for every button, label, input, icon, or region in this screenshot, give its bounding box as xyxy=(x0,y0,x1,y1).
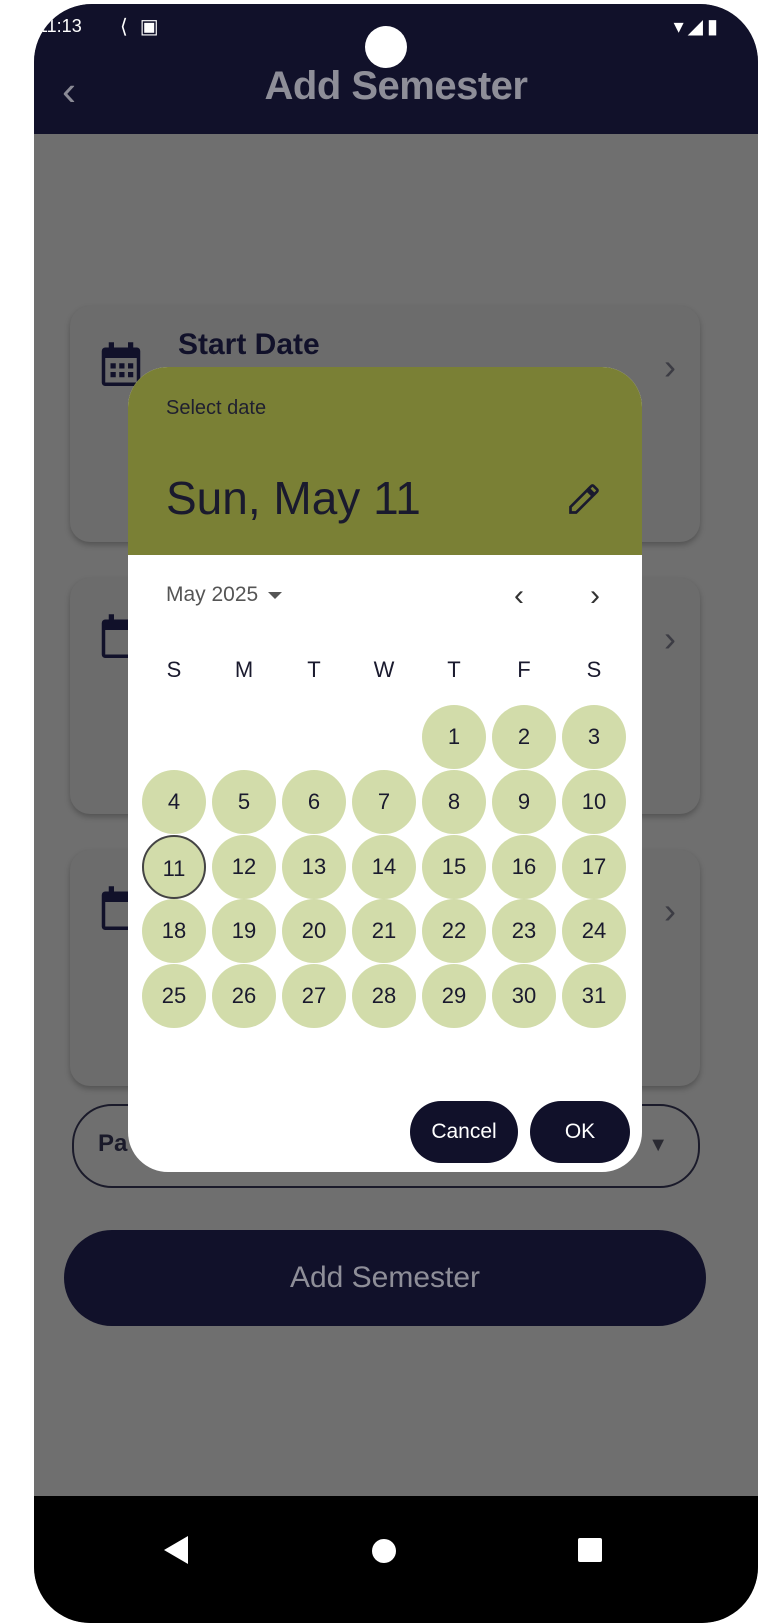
calendar-day[interactable]: 7 xyxy=(352,770,416,834)
chevron-right-icon[interactable]: › xyxy=(590,581,600,611)
date-picker-dialog: Select date Sun, May 11 May 2025 ‹ › S M T… xyxy=(128,367,642,1172)
weekday-label: M xyxy=(234,657,254,682)
calendar-day[interactable]: 3 xyxy=(562,705,626,769)
calendar-day-selected[interactable]: 11 xyxy=(142,835,206,899)
payment-label: Pa xyxy=(98,1130,128,1157)
nav-home-icon[interactable] xyxy=(372,1539,396,1563)
calendar-day[interactable]: 19 xyxy=(212,899,276,963)
weekday-label: T xyxy=(447,657,461,682)
calendar-day[interactable]: 2 xyxy=(492,705,556,769)
calendar-day[interactable]: 27 xyxy=(282,964,346,1028)
calendar-day[interactable]: 18 xyxy=(142,899,206,963)
calendar-day[interactable]: 6 xyxy=(282,770,346,834)
weekday-label: W xyxy=(373,657,395,682)
app-bar: 11:13 ⟨▣ ▾◢▮ ‹ Add Semester xyxy=(34,4,758,134)
calendar-day[interactable]: 10 xyxy=(562,770,626,834)
calendar-day[interactable]: 30 xyxy=(492,964,556,1028)
calendar-day[interactable]: 23 xyxy=(492,899,556,963)
calendar-day[interactable]: 1 xyxy=(422,705,486,769)
calendar-day[interactable]: 15 xyxy=(422,835,486,899)
page-title: Add Semester xyxy=(264,64,528,108)
calendar-day[interactable]: 24 xyxy=(562,899,626,963)
weekday-label: S xyxy=(166,657,182,682)
chevron-right-icon: › xyxy=(664,618,676,659)
month-year-label: May 2025 xyxy=(166,583,259,606)
cancel-button[interactable]: Cancel xyxy=(410,1101,518,1163)
nav-back-icon[interactable] xyxy=(164,1536,188,1564)
chevron-right-icon: › xyxy=(664,346,676,387)
calendar-day[interactable]: 5 xyxy=(212,770,276,834)
calendar-day[interactable]: 29 xyxy=(422,964,486,1028)
calendar-day[interactable]: 22 xyxy=(422,899,486,963)
weekday-label: T xyxy=(307,657,321,682)
calendar-day[interactable]: 14 xyxy=(352,835,416,899)
chevron-right-icon: › xyxy=(664,890,676,931)
status-time: 11:13 xyxy=(38,16,82,36)
calendar-day[interactable]: 28 xyxy=(352,964,416,1028)
pencil-icon[interactable] xyxy=(566,481,602,517)
system-nav-bar xyxy=(34,1496,758,1623)
calendar-day[interactable]: 9 xyxy=(492,770,556,834)
nav-recents-icon[interactable] xyxy=(578,1538,602,1562)
system-status-icons: ▾◢▮ xyxy=(673,16,722,38)
caret-down-icon xyxy=(268,591,283,599)
select-date-caption: Select date xyxy=(166,397,267,419)
calendar-day[interactable]: 12 xyxy=(212,835,276,899)
calendar-day[interactable]: 26 xyxy=(212,964,276,1028)
calendar-day[interactable]: 16 xyxy=(492,835,556,899)
add-semester-button[interactable]: Add Semester xyxy=(64,1230,706,1326)
weekday-label: F xyxy=(517,657,531,682)
phone-screen: 11:13 ⟨▣ ▾◢▮ ‹ Add Semester Start Date › xyxy=(34,4,758,1623)
ok-button[interactable]: OK xyxy=(530,1101,630,1163)
calendar-day[interactable]: 17 xyxy=(562,835,626,899)
selected-date-headline: Sun, May 11 xyxy=(166,472,421,524)
weekday-label: S xyxy=(586,657,602,682)
calendar-day[interactable]: 31 xyxy=(562,964,626,1028)
calendar-day[interactable]: 21 xyxy=(352,899,416,963)
calendar-day[interactable]: 8 xyxy=(422,770,486,834)
calendar-day[interactable]: 25 xyxy=(142,964,206,1028)
calendar-day[interactable]: 20 xyxy=(282,899,346,963)
calendar-day[interactable]: 4 xyxy=(142,770,206,834)
calendar-day[interactable]: 13 xyxy=(282,835,346,899)
month-year-selector[interactable]: May 2025 xyxy=(166,583,283,607)
notification-icons: ⟨▣ xyxy=(120,16,171,38)
start-date-label: Start Date xyxy=(178,328,320,361)
camera-cutout xyxy=(365,26,407,68)
chevron-left-icon[interactable]: ‹ xyxy=(514,581,524,611)
date-picker-header: Select date Sun, May 11 xyxy=(128,367,642,555)
dropdown-arrow-icon: ▼ xyxy=(648,1134,668,1156)
